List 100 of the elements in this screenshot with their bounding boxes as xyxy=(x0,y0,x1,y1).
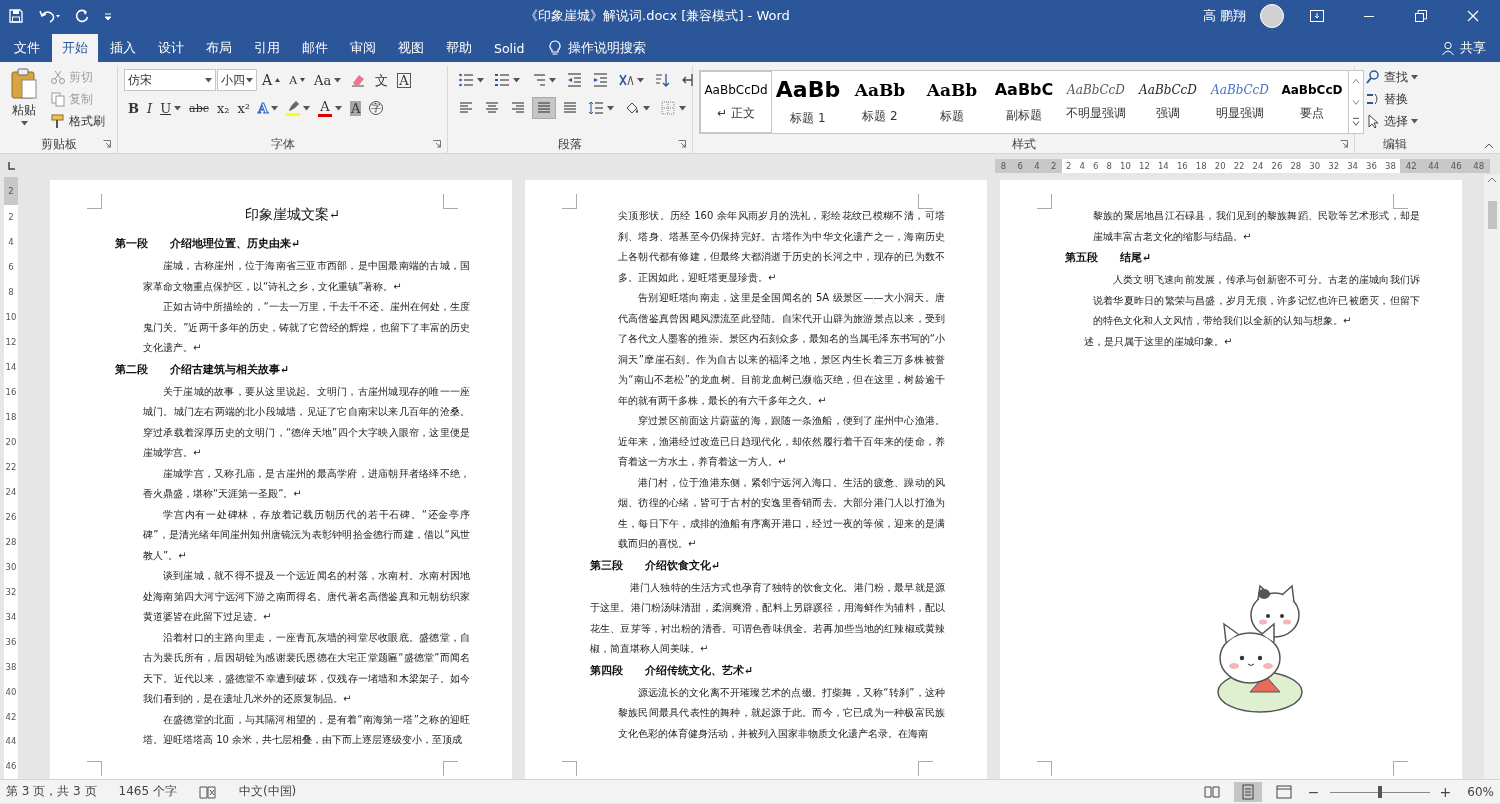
superscript-button[interactable]: x² xyxy=(233,97,254,119)
ribbon-tab[interactable]: 开始 xyxy=(52,34,98,62)
collapse-ribbon-icon[interactable] xyxy=(1484,143,1494,149)
language-indicator[interactable]: 中文(中国) xyxy=(238,783,297,800)
marker-icon[interactable] xyxy=(286,100,301,112)
enclose-characters-button[interactable]: 字 xyxy=(365,97,388,119)
read-view-icon[interactable] xyxy=(1203,783,1220,800)
font-name-field[interactable]: 仿宋 xyxy=(124,69,216,91)
user-avatar[interactable] xyxy=(1260,4,1284,28)
tell-me-search[interactable]: 操作说明搜索 xyxy=(568,39,647,57)
style-item[interactable]: AaBb 标题 1 xyxy=(772,71,844,133)
close-icon[interactable] xyxy=(1467,10,1479,22)
select-icon[interactable] xyxy=(1365,113,1381,129)
character-border-button[interactable]: A xyxy=(393,69,415,91)
painter-button[interactable]: 格式刷 xyxy=(46,110,109,132)
proofing-icon[interactable] xyxy=(198,784,217,799)
caret-icon[interactable] xyxy=(174,105,182,111)
strikethrough-button[interactable]: abc xyxy=(185,97,213,119)
customize-caret-icon[interactable] xyxy=(104,12,112,20)
caret-icon[interactable] xyxy=(643,105,650,111)
print-view-button[interactable] xyxy=(1233,781,1262,802)
line-spacing-icon[interactable] xyxy=(588,100,604,116)
restore-icon[interactable] xyxy=(1415,10,1427,22)
caret-icon[interactable] xyxy=(607,105,614,111)
ribbon-tab[interactable]: 文件 xyxy=(4,34,50,62)
person-icon[interactable] xyxy=(1442,41,1456,55)
save-icon[interactable] xyxy=(8,8,24,24)
ribbon-tab[interactable]: 布局 xyxy=(196,34,242,62)
scrollbar-thumb[interactable] xyxy=(1487,201,1497,229)
caret-icon[interactable] xyxy=(246,77,253,83)
web-view-icon[interactable] xyxy=(1275,783,1292,800)
find-button[interactable]: 查找 xyxy=(1361,66,1429,88)
shrink-font-button[interactable]: A xyxy=(285,69,310,91)
caret-icon[interactable] xyxy=(303,105,311,111)
caret-icon[interactable] xyxy=(271,105,279,111)
style-item[interactable]: AaBbC 副标题 xyxy=(988,71,1060,133)
find-icon[interactable] xyxy=(1365,69,1381,85)
dialog-launcher-icon[interactable] xyxy=(1340,140,1348,148)
caret-icon[interactable] xyxy=(549,77,556,83)
zoom-slider-thumb[interactable] xyxy=(1377,785,1382,798)
scroll-up-icon[interactable] xyxy=(1487,175,1497,185)
caret-icon[interactable] xyxy=(1411,74,1418,80)
italic-button[interactable]: I xyxy=(143,97,157,119)
user-name[interactable]: 高 鹏翔 xyxy=(1202,7,1246,25)
bold-button[interactable]: B xyxy=(124,97,143,119)
subscript-button[interactable]: x₂ xyxy=(212,97,234,119)
caret-icon[interactable] xyxy=(1411,118,1418,124)
ribbon-tab[interactable]: Solid xyxy=(484,34,535,62)
character-shading-button[interactable]: A xyxy=(346,97,366,119)
select-button[interactable]: 选择 xyxy=(1361,110,1429,132)
font-size-field[interactable]: 小四 xyxy=(217,69,257,91)
caret-icon[interactable] xyxy=(679,105,686,111)
dialog-launcher-icon[interactable] xyxy=(433,140,441,148)
ribbon-tab[interactable]: 引用 xyxy=(244,34,290,62)
style-item[interactable]: AaBbCcD 明显强调 xyxy=(1204,71,1276,133)
caret-icon[interactable] xyxy=(334,77,342,83)
undo-icon[interactable] xyxy=(38,8,60,24)
caret-icon[interactable] xyxy=(205,77,212,83)
numbered-list-icon[interactable] xyxy=(494,72,510,88)
style-item[interactable]: AaBb 标题 xyxy=(916,71,988,133)
ribbon-display-options-icon[interactable] xyxy=(1310,10,1324,22)
ribbon-tab[interactable]: 插入 xyxy=(100,34,146,62)
style-item[interactable]: AaBbCcDd ↵ 正文 xyxy=(700,71,772,133)
paint-bucket-icon[interactable] xyxy=(624,100,640,116)
ribbon-tab[interactable]: 邮件 xyxy=(292,34,338,62)
change-case-button[interactable]: Aa xyxy=(310,69,346,91)
painter-icon[interactable] xyxy=(50,113,66,129)
bullet-list-icon[interactable] xyxy=(458,72,474,88)
zoom-in-button[interactable]: + xyxy=(1437,783,1454,800)
up-caret-icon[interactable] xyxy=(275,78,281,82)
caret-icon[interactable] xyxy=(335,105,343,111)
clipboard-icon[interactable] xyxy=(10,68,38,100)
replace-icon[interactable] xyxy=(1365,91,1381,107)
page-count[interactable]: 第 3 页，共 3 页 xyxy=(6,783,97,800)
caret-icon[interactable] xyxy=(477,77,484,83)
caret-icon[interactable] xyxy=(637,77,644,83)
paste-button[interactable]: 粘贴 xyxy=(6,66,42,135)
ribbon-tab[interactable]: 设计 xyxy=(148,34,194,62)
word-count[interactable]: 1465 个字 xyxy=(118,783,177,800)
ribbon-tab[interactable]: 视图 xyxy=(388,34,434,62)
style-item[interactable]: AaBbCcD 不明显强调 xyxy=(1060,71,1132,133)
underline-button[interactable]: U xyxy=(156,97,186,119)
tab-stop-icon[interactable] xyxy=(6,161,16,171)
style-item[interactable]: AaBbCcD 要点 xyxy=(1276,71,1348,133)
phonetic-guide-button[interactable]: 文 xyxy=(371,69,393,91)
font-color-button[interactable]: A xyxy=(314,97,347,119)
ribbon-tab[interactable]: 审阅 xyxy=(340,34,386,62)
caret-icon[interactable] xyxy=(20,121,28,126)
zoom-level[interactable]: 60% xyxy=(1467,784,1494,799)
replace-button[interactable]: 替换 xyxy=(1361,88,1429,110)
style-item[interactable]: AaBb 标题 2 xyxy=(844,71,916,133)
caret-icon[interactable] xyxy=(513,77,520,83)
lightbulb-icon[interactable] xyxy=(548,40,563,56)
zoom-out-button[interactable]: − xyxy=(1305,783,1322,800)
redo-icon[interactable] xyxy=(74,8,90,24)
dialog-launcher-icon[interactable] xyxy=(103,140,111,148)
grow-font-button[interactable]: A xyxy=(258,69,285,91)
style-item[interactable]: AaBbCcD 强调 xyxy=(1132,71,1204,133)
asian-layout-icon[interactable] xyxy=(618,72,634,88)
share-button[interactable]: 共享 xyxy=(1460,39,1486,57)
